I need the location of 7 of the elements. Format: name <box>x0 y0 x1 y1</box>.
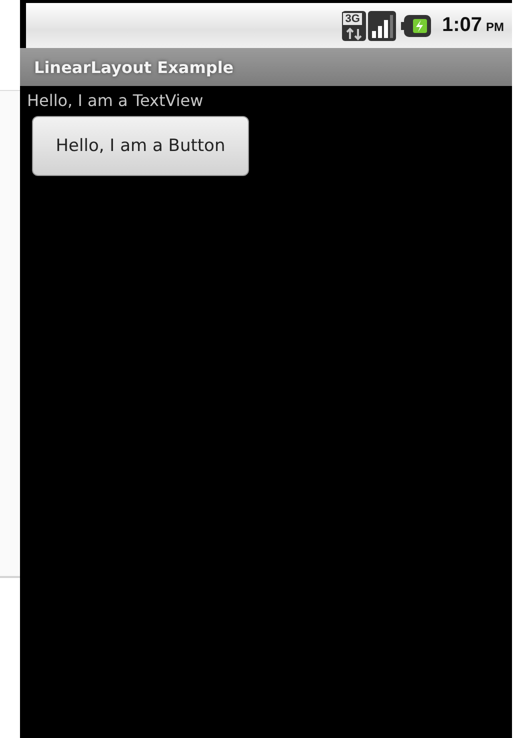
app-title: LinearLayout Example <box>34 58 234 76</box>
hello-button[interactable]: Hello, I am a Button <box>32 116 249 176</box>
battery-icon <box>400 14 431 36</box>
text-view: Hello, I am a TextView <box>27 91 204 110</box>
network-label: 3G <box>342 12 363 26</box>
clock: 1:07 PM <box>442 14 504 37</box>
signal-icon <box>368 10 396 40</box>
